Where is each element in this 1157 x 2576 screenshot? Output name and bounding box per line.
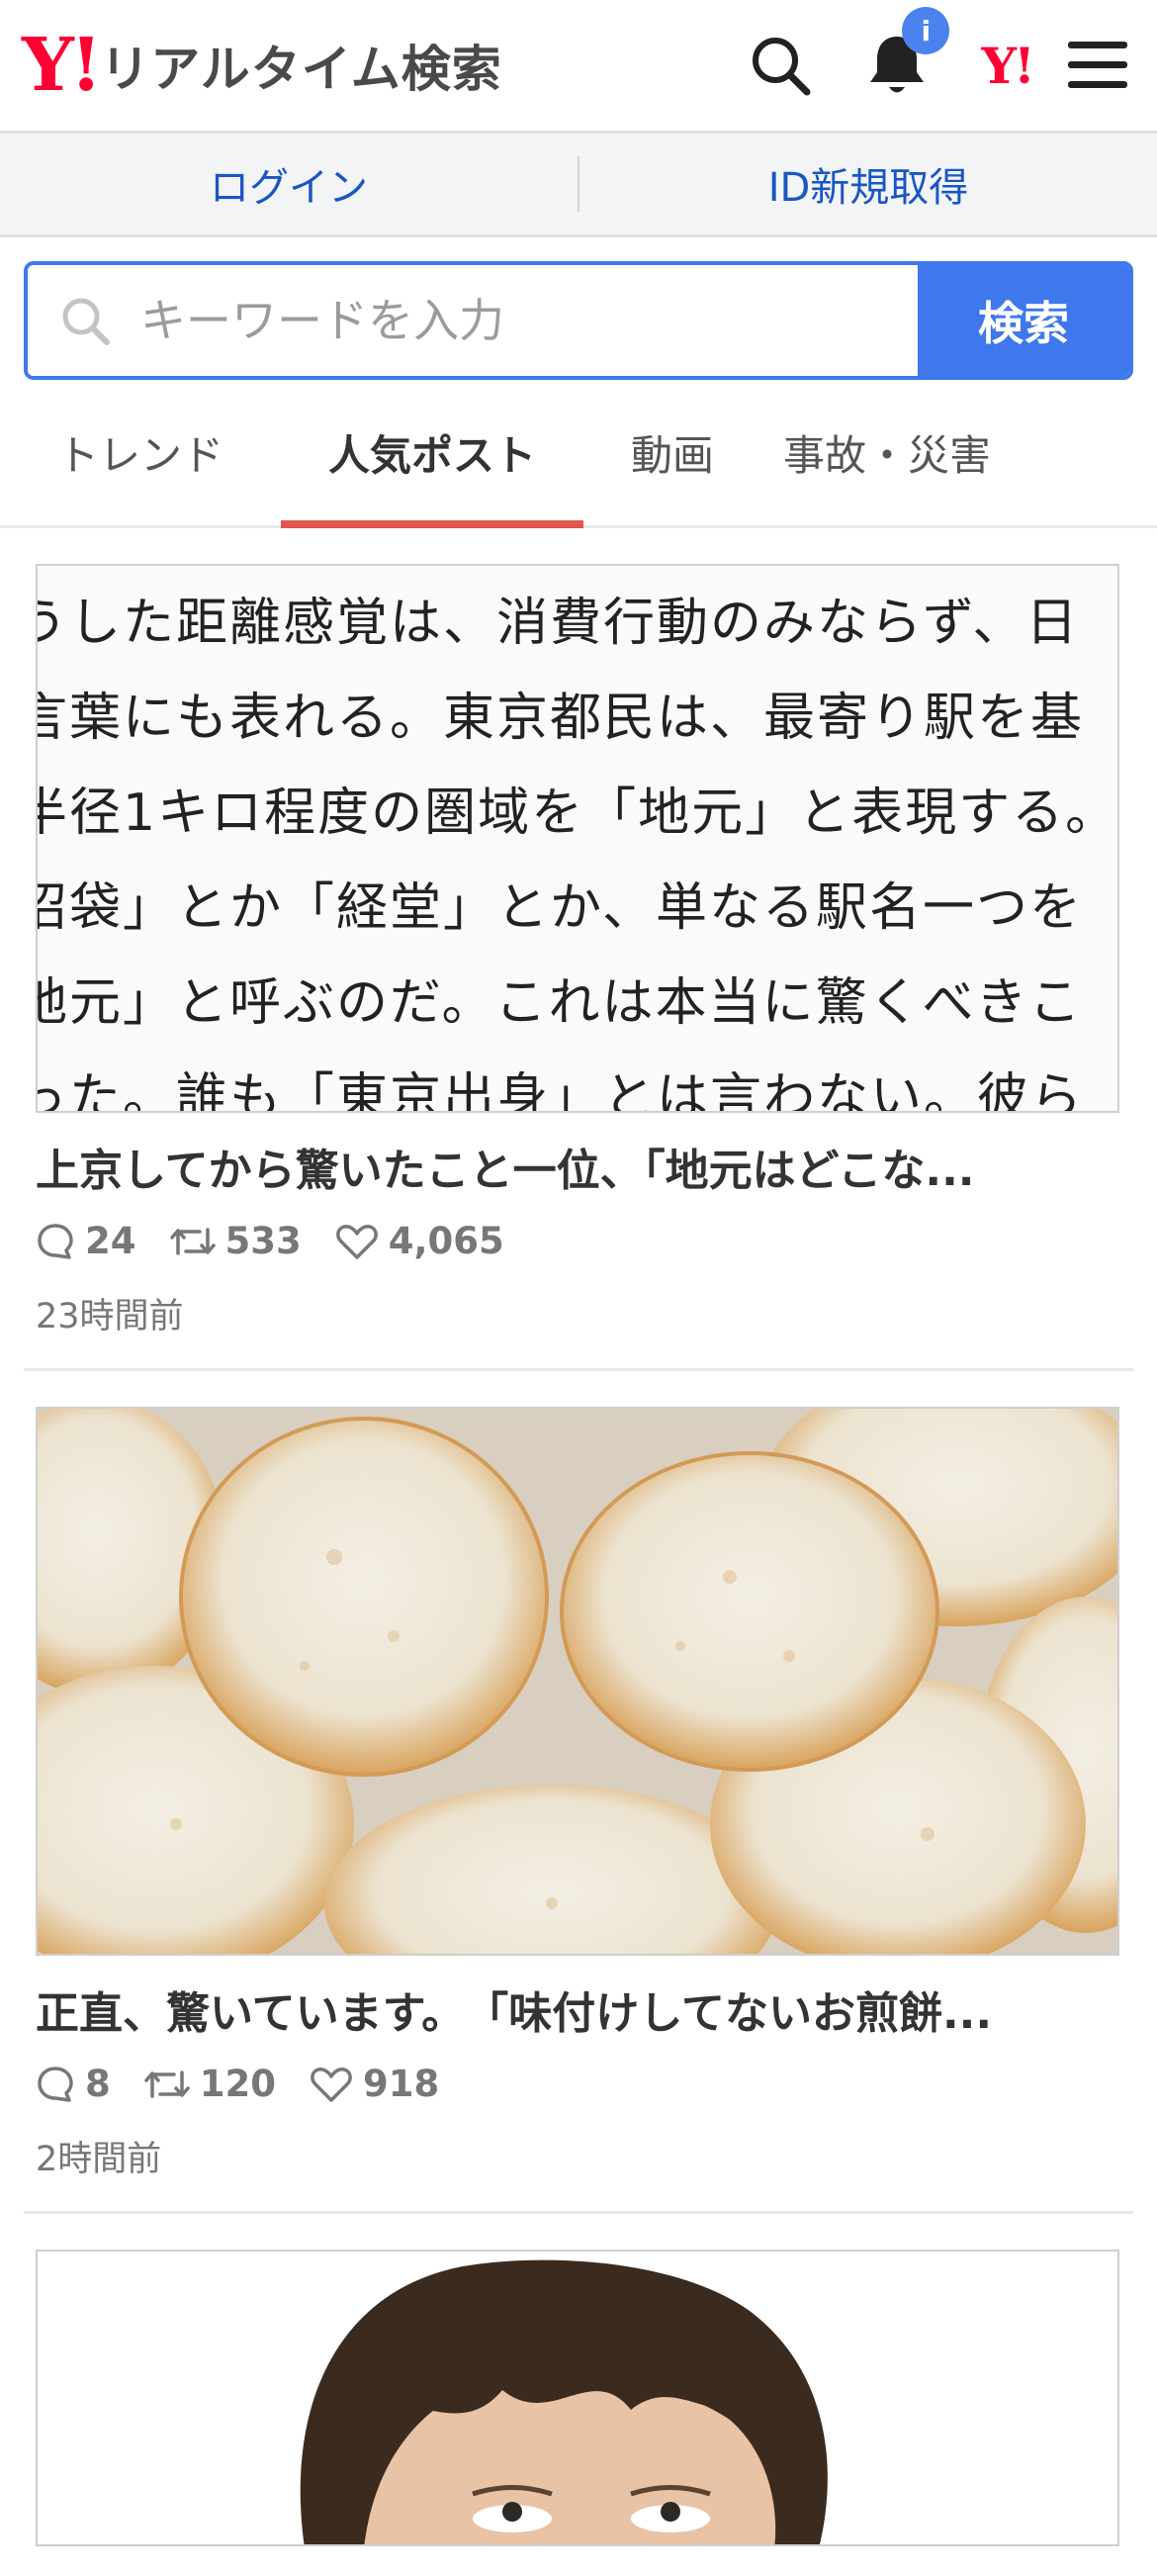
image-text-line: った。誰も「東京出身」とは言わない。彼ら [36, 1068, 1085, 1113]
post-stats: 8 120 918 [36, 2063, 1121, 2105]
post-card[interactable]: 正直、驚いています。 「味付けしてないお煎餅... 8 120 918 2時間前 [24, 1371, 1133, 2214]
search-field-wrap [28, 265, 918, 376]
image-text-line: 地元」と呼ぶのだ。これは本当に驚くべきこ [36, 973, 1083, 1033]
repost-count: 120 [144, 2063, 276, 2105]
post-image[interactable] [36, 2250, 1119, 2546]
reply-icon [38, 2066, 73, 2102]
image-text-line: うした距離感覚は、消費行動のみならず、日 [36, 594, 1080, 653]
like-count: 4,065 [335, 1220, 504, 1262]
search-field-icon [62, 298, 110, 345]
login-bar: ログイン ID新規取得 [0, 134, 1157, 237]
repost-icon [169, 1227, 216, 1255]
post-card[interactable] [24, 2214, 1133, 2576]
image-text-line: 半径1キロ程度の圏域を「地元」と表現する。 [36, 783, 1119, 843]
tab-video[interactable]: 動画 [583, 380, 761, 525]
reply-count: 8 [36, 2063, 111, 2105]
image-text-line: 沼袋」とか「経堂」とか、単なる駅名一つを [36, 878, 1083, 938]
yahoo-mark-icon: Y! [981, 36, 1035, 95]
post-time: 2時間前 [36, 2140, 162, 2179]
login-link[interactable]: ログイン [0, 155, 578, 213]
category-tabs: トレンド 人気ポスト 動画 事故・災害 [0, 380, 1157, 528]
app-title: リアルタイム検索 [100, 41, 502, 98]
reply-count: 24 [36, 1220, 136, 1262]
post-title[interactable]: 正直、驚いています。 「味付けしてないお煎餅... [36, 1978, 1121, 2041]
rice-cracker-photo [38, 1409, 1117, 1954]
search-icon[interactable] [750, 35, 811, 96]
like-count: 918 [310, 2063, 439, 2105]
yahoo-logo-mark: Y! [22, 23, 102, 108]
post-feed: うした距離感覚は、消費行動のみならず、日 言葉にも表れる。東京都民は、最寄り駅を… [0, 528, 1157, 2576]
repost-count: 533 [169, 1220, 302, 1262]
register-link[interactable]: ID新規取得 [579, 155, 1157, 213]
heart-icon [335, 1224, 378, 1259]
post-image[interactable]: うした距離感覚は、消費行動のみならず、日 言葉にも表れる。東京都民は、最寄り駅を… [36, 564, 1119, 1113]
image-text-line: 言葉にも表れる。東京都民は、最寄り駅を基 [36, 689, 1085, 748]
app-header: Y! リアルタイム検索 i Y! [0, 0, 1157, 134]
post-stats: 24 533 4,065 [36, 1220, 1121, 1262]
post-image[interactable] [36, 1407, 1119, 1956]
tab-accident-disaster[interactable]: 事故・災害 [761, 380, 1013, 525]
search-box: 検索 [24, 261, 1133, 380]
notification-badge: i [902, 7, 950, 54]
search-button[interactable]: 検索 [918, 265, 1129, 376]
notification-bell-icon[interactable]: i [866, 7, 950, 98]
post-title[interactable]: 上京してから驚いたこと一位、「地元はどこな... [36, 1135, 1121, 1198]
heart-icon [311, 2067, 352, 2102]
reply-icon [38, 1223, 73, 1259]
person-photo [38, 2252, 1117, 2544]
repost-icon [144, 2070, 190, 2098]
search-input[interactable] [138, 293, 854, 348]
hamburger-menu-icon[interactable] [1068, 40, 1127, 91]
post-time: 23時間前 [36, 1297, 184, 1336]
yahoo-japan-top-link[interactable]: Y! [981, 36, 1035, 95]
search-row: 検索 [0, 237, 1157, 380]
tab-popular-posts[interactable]: 人気ポスト [281, 380, 583, 528]
post-card[interactable]: うした距離感覚は、消費行動のみならず、日 言葉にも表れる。東京都民は、最寄り駅を… [24, 528, 1133, 1371]
tab-trend[interactable]: トレンド [0, 380, 281, 525]
yahoo-realtime-logo[interactable]: Y! リアルタイム検索 [22, 29, 502, 102]
